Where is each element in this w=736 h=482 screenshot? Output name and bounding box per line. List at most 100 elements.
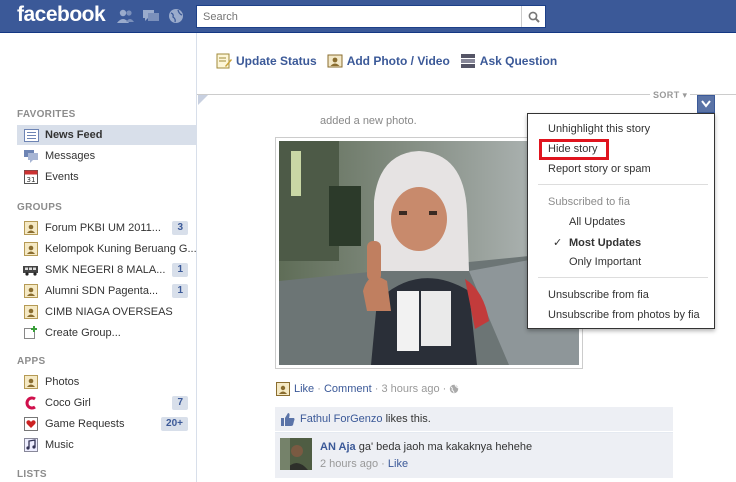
sidebar-item-label: Create Group... bbox=[45, 327, 121, 339]
sidebar-item-label: CIMB NIAGA OVERSEAS bbox=[45, 306, 173, 318]
apps-heading: APPS bbox=[17, 356, 46, 367]
composer-bar: Update Status Add Photo / Video Ask Ques… bbox=[216, 53, 567, 69]
photo-icon bbox=[327, 54, 343, 68]
sidebar-item-group[interactable]: SMK NEGERI 8 MALA... 1 bbox=[17, 260, 196, 280]
sidebar-item-group[interactable]: CIMB NIAGA OVERSEAS bbox=[17, 302, 196, 322]
likes-suffix: likes this. bbox=[385, 413, 431, 425]
comment-time[interactable]: 2 hours ago bbox=[320, 458, 378, 470]
facebook-logo[interactable]: facebook bbox=[17, 3, 106, 27]
add-photo-video-button[interactable]: Add Photo / Video bbox=[327, 53, 450, 69]
count-badge: 3 bbox=[172, 221, 188, 235]
separator: · bbox=[442, 383, 447, 395]
sidebar-item-photos[interactable]: Photos bbox=[17, 372, 196, 392]
question-list-icon bbox=[460, 54, 475, 68]
sidebar-item-group[interactable]: Kelompok Kuning Beruang G... bbox=[17, 239, 196, 259]
menu-hide-story[interactable]: Hide story bbox=[548, 143, 598, 155]
comment-link[interactable]: Comment bbox=[324, 383, 372, 395]
menu-subscribed-header: Subscribed to fia bbox=[548, 196, 630, 208]
search-input[interactable] bbox=[197, 6, 517, 27]
chevron-down-icon bbox=[701, 100, 711, 108]
news-feed-icon bbox=[23, 127, 39, 143]
sidebar-item-create-group[interactable]: Create Group... bbox=[17, 323, 196, 343]
sidebar-item-music[interactable]: Music bbox=[17, 435, 196, 455]
sidebar-item-label: Music bbox=[45, 439, 74, 451]
menu-most-updates[interactable]: ✓ Most Updates bbox=[553, 236, 641, 249]
messages-icon bbox=[23, 148, 39, 164]
search-button[interactable] bbox=[521, 6, 545, 27]
friend-requests-icon[interactable] bbox=[117, 8, 134, 24]
count-badge: 1 bbox=[172, 263, 188, 277]
comment-body: AN Aja ga' beda jaoh ma kakaknya hehehe bbox=[320, 441, 532, 453]
menu-unsubscribe[interactable]: Unsubscribe from fia bbox=[548, 289, 649, 301]
sort-label: SORT bbox=[653, 90, 680, 100]
groups-heading: GROUPS bbox=[17, 202, 63, 213]
menu-unsubscribe-photos[interactable]: Unsubscribe from photos by fia bbox=[548, 309, 700, 321]
check-icon: ✓ bbox=[553, 237, 563, 249]
messages-icon[interactable] bbox=[143, 8, 160, 24]
ask-question-label: Ask Question bbox=[479, 54, 558, 68]
story-actions-row: Like · Comment · 3 hours ago · bbox=[276, 382, 459, 396]
group-icon bbox=[23, 220, 39, 236]
menu-divider bbox=[538, 184, 708, 185]
create-group-icon bbox=[23, 325, 39, 341]
sidebar-item-events[interactable]: 31 Events bbox=[17, 167, 196, 187]
sidebar-item-label: Game Requests bbox=[45, 418, 125, 430]
group-icon bbox=[23, 304, 39, 320]
timestamp-link[interactable]: 3 hours ago bbox=[381, 383, 439, 395]
composer-notch bbox=[198, 95, 208, 105]
sidebar-item-label: Photos bbox=[45, 376, 80, 388]
sidebar-item-messages[interactable]: Messages bbox=[17, 146, 196, 166]
menu-report-story[interactable]: Report story or spam bbox=[548, 163, 651, 175]
sidebar-item-group[interactable]: Forum PKBI UM 2011... 3 bbox=[17, 218, 196, 238]
favorites-heading: FAVORITES bbox=[17, 109, 76, 120]
comment-text: ga' beda jaoh ma kakaknya hehehe bbox=[358, 441, 533, 453]
sidebar-item-game-requests[interactable]: Game Requests 20+ bbox=[17, 414, 196, 434]
coco-girl-icon bbox=[23, 395, 39, 411]
menu-all-updates[interactable]: All Updates bbox=[569, 216, 625, 228]
sidebar-item-label: News Feed bbox=[45, 129, 103, 141]
story-options-button[interactable] bbox=[697, 95, 715, 113]
notifications-globe-icon[interactable] bbox=[168, 8, 185, 24]
like-link[interactable]: Like bbox=[294, 383, 314, 395]
photos-icon bbox=[23, 374, 39, 390]
sidebar-item-label: SMK NEGERI 8 MALA... bbox=[45, 264, 166, 276]
story-action-text: added a new photo. bbox=[320, 115, 417, 127]
sidebar-item-news-feed[interactable]: News Feed bbox=[17, 125, 196, 145]
count-badge: 1 bbox=[172, 284, 188, 298]
sidebar-item-label: Events bbox=[45, 171, 79, 183]
commenter-avatar[interactable] bbox=[280, 438, 312, 470]
likes-row: Fathul ForGenzo likes this. bbox=[275, 407, 673, 431]
separator: · bbox=[381, 458, 385, 470]
count-badge: 7 bbox=[172, 396, 188, 410]
left-sidebar: FAVORITES News Feed Messages 31 Events G… bbox=[0, 33, 197, 482]
update-status-button[interactable]: Update Status bbox=[216, 53, 317, 69]
menu-only-important[interactable]: Only Important bbox=[569, 256, 641, 268]
update-status-label: Update Status bbox=[236, 54, 317, 68]
photo-small-icon bbox=[276, 382, 290, 396]
liker-name-link[interactable]: Fathul ForGenzo bbox=[300, 413, 383, 425]
ask-question-button[interactable]: Ask Question bbox=[460, 53, 557, 69]
comment-like-link[interactable]: Like bbox=[388, 458, 408, 470]
sidebar-item-label: Kelompok Kuning Beruang G... bbox=[45, 243, 196, 255]
sidebar-item-coco-girl[interactable]: Coco Girl 7 bbox=[17, 393, 196, 413]
menu-unhighlight-story[interactable]: Unhighlight this story bbox=[548, 123, 650, 135]
lists-heading: LISTS bbox=[17, 469, 47, 480]
group-icon bbox=[23, 283, 39, 299]
count-badge: 20+ bbox=[161, 417, 188, 431]
school-bus-icon bbox=[23, 262, 39, 278]
menu-most-updates-label: Most Updates bbox=[569, 237, 642, 249]
privacy-globe-icon[interactable] bbox=[449, 384, 459, 394]
sort-dropdown[interactable]: SORT ▾ bbox=[650, 90, 691, 101]
sidebar-item-group[interactable]: Alumni SDN Pagenta... 1 bbox=[17, 281, 196, 301]
sidebar-item-label: Messages bbox=[45, 150, 96, 162]
comment-item: AN Aja ga' beda jaoh ma kakaknya hehehe … bbox=[275, 432, 673, 478]
sort-caret-icon: ▾ bbox=[682, 90, 688, 100]
comment-author-link[interactable]: AN Aja bbox=[320, 441, 356, 453]
music-icon bbox=[23, 437, 39, 453]
calendar-icon: 31 bbox=[23, 169, 39, 185]
sidebar-item-label: Coco Girl bbox=[45, 397, 91, 409]
sidebar-item-label: Alumni SDN Pagenta... bbox=[45, 285, 159, 297]
search-icon bbox=[528, 11, 540, 23]
separator: · bbox=[317, 383, 321, 395]
sidebar-item-label: Forum PKBI UM 2011... bbox=[45, 222, 161, 234]
